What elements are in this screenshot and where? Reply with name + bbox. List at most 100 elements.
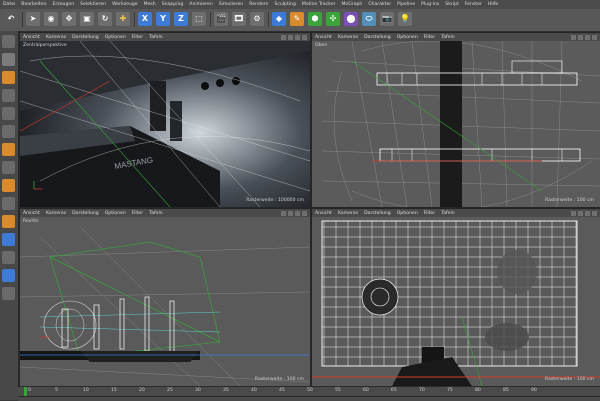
zoom-icon[interactable] [578, 34, 583, 40]
camera-icon[interactable]: 📷 [380, 12, 394, 26]
render-picture-viewer-icon[interactable]: 🎞 [232, 12, 246, 26]
menu-item-motion-tracker[interactable]: Motion Tracker [299, 0, 339, 9]
orbit-icon[interactable] [295, 34, 300, 40]
snap-icon[interactable] [2, 215, 15, 228]
viewport-menu-optionen[interactable]: Optionen [394, 211, 421, 216]
viewport-menu-tafeln[interactable]: Tafeln [146, 35, 166, 40]
plus-icon[interactable]: ✚ [116, 12, 130, 26]
maximize-icon[interactable] [592, 34, 597, 40]
menu-item-animieren[interactable]: Animieren [186, 0, 215, 9]
make-editable-icon[interactable] [2, 35, 15, 48]
menu-item-hilfe[interactable]: Hilfe [485, 0, 501, 9]
viewport-menu-filter[interactable]: Filter [129, 35, 146, 40]
layer-icon[interactable] [2, 269, 15, 282]
maximize-icon[interactable] [302, 210, 307, 216]
render-view-icon[interactable]: 🎬 [214, 12, 228, 26]
render-settings-icon[interactable]: ⚙ [250, 12, 264, 26]
viewport-top[interactable]: Ansicht Kameras Darstellung Optionen Fil… [311, 32, 600, 208]
viewport-menu-darstellung[interactable]: Darstellung [69, 211, 102, 216]
viewport-menu-ansicht[interactable]: Ansicht [312, 35, 335, 40]
viewport-menu-filter[interactable]: Filter [421, 35, 438, 40]
menu-item-skript[interactable]: Skript [442, 0, 461, 9]
viewport-menu-tafeln[interactable]: Tafeln [146, 211, 166, 216]
move-icon[interactable]: ✥ [62, 12, 76, 26]
orbit-icon[interactable] [585, 34, 590, 40]
viewport-menu-ansicht[interactable]: Ansicht [312, 211, 335, 216]
viewport-menu-kameras[interactable]: Kameras [335, 35, 361, 40]
axis-mode-icon[interactable] [2, 161, 15, 174]
array-icon[interactable]: ✣ [326, 12, 340, 26]
pan-icon[interactable] [571, 210, 576, 216]
pan-icon[interactable] [281, 210, 286, 216]
pen-icon[interactable]: ✎ [290, 12, 304, 26]
axis-y-button[interactable]: Y [156, 12, 170, 26]
solo-mode-icon[interactable] [2, 197, 15, 210]
environment-icon[interactable]: ⬭ [362, 12, 376, 26]
viewport-menu-optionen[interactable]: Optionen [102, 211, 129, 216]
live-select-icon[interactable]: ◉ [44, 12, 58, 26]
viewport-right[interactable]: Ansicht Kameras Darstellung Optionen Fil… [19, 208, 311, 387]
stack-icon[interactable] [2, 287, 15, 300]
texture-mode-icon[interactable] [2, 71, 15, 84]
viewport-menu-kameras[interactable]: Kameras [335, 211, 361, 216]
edges-mode-icon[interactable] [2, 125, 15, 138]
pan-icon[interactable] [571, 34, 576, 40]
model-mode-icon[interactable] [2, 53, 15, 66]
select-arrow-icon[interactable]: ➤ [26, 12, 40, 26]
workplane-icon[interactable] [2, 89, 15, 102]
menu-item-plugins[interactable]: Plug-ins [418, 0, 442, 9]
polygons-mode-icon[interactable] [2, 143, 15, 156]
menu-item-sculpting[interactable]: Sculpting [271, 0, 298, 9]
menu-item-erzeugen[interactable]: Erzeugen [50, 0, 78, 9]
viewport-menu-darstellung[interactable]: Darstellung [69, 35, 102, 40]
menu-item-pipeline[interactable]: Pipeline [394, 0, 418, 9]
menu-item-datei[interactable]: Datei [0, 0, 18, 9]
zoom-icon[interactable] [288, 210, 293, 216]
viewport-menu-kameras[interactable]: Kameras [43, 35, 69, 40]
tweak-mode-icon[interactable] [2, 179, 15, 192]
menu-item-rendern[interactable]: Rendern [246, 0, 271, 9]
viewport-menu-tafeln[interactable]: Tafeln [438, 211, 458, 216]
rotate-icon[interactable]: ↻ [98, 12, 112, 26]
viewport-menu-filter[interactable]: Filter [129, 211, 146, 216]
menu-item-mograph[interactable]: MoGraph [338, 0, 365, 9]
zoom-icon[interactable] [578, 210, 583, 216]
viewport-menu-darstellung[interactable]: Darstellung [361, 35, 394, 40]
maximize-icon[interactable] [592, 210, 597, 216]
cube-icon[interactable]: ◆ [272, 12, 286, 26]
viewport-perspective[interactable]: Ansicht Kameras Darstellung Optionen Fil… [19, 32, 311, 208]
viewport-menu-darstellung[interactable]: Darstellung [361, 211, 394, 216]
light-icon[interactable]: 💡 [398, 12, 412, 26]
viewport-menu-optionen[interactable]: Optionen [102, 35, 129, 40]
menu-item-werkzeuge[interactable]: Werkzeuge [109, 0, 141, 9]
scale-icon[interactable]: ▣ [80, 12, 94, 26]
menu-item-snapping[interactable]: Snapping [159, 0, 187, 9]
viewport-menu-filter[interactable]: Filter [421, 211, 438, 216]
menu-item-fenster[interactable]: Fenster [462, 0, 485, 9]
viewport-menu-optionen[interactable]: Optionen [394, 35, 421, 40]
viewport-menu-ansicht[interactable]: Ansicht [20, 35, 43, 40]
viewport-menu-tafeln[interactable]: Tafeln [438, 35, 458, 40]
viewport-menu-kameras[interactable]: Kameras [43, 211, 69, 216]
zoom-icon[interactable] [288, 34, 293, 40]
timeline[interactable]: 0 5 10 15 20 25 30 35 40 45 50 55 60 65 … [18, 386, 600, 401]
viewport-front[interactable]: Ansicht Kameras Darstellung Optionen Fil… [311, 208, 600, 387]
viewport-menu-ansicht[interactable]: Ansicht [20, 211, 43, 216]
menu-item-charakter[interactable]: Charakter [365, 0, 394, 9]
axis-x-button[interactable]: X [138, 12, 152, 26]
axis-z-button[interactable]: Z [174, 12, 188, 26]
menu-item-bearbeiten[interactable]: Bearbeiten [18, 0, 49, 9]
menu-item-selektieren[interactable]: Selektieren [77, 0, 109, 9]
points-mode-icon[interactable] [2, 107, 15, 120]
deformer-icon[interactable]: ⬤ [344, 12, 358, 26]
orbit-icon[interactable] [585, 210, 590, 216]
subdivision-icon[interactable]: ⬢ [308, 12, 322, 26]
menu-item-mesh[interactable]: Mesh [141, 0, 159, 9]
pan-icon[interactable] [281, 34, 286, 40]
orbit-icon[interactable] [295, 210, 300, 216]
maximize-icon[interactable] [302, 34, 307, 40]
grid-icon[interactable] [2, 251, 15, 264]
locked-workplane-icon[interactable] [2, 233, 15, 246]
menu-item-simulieren[interactable]: Simulieren [216, 0, 246, 9]
coordinate-system-icon[interactable]: ⬚ [192, 12, 206, 26]
